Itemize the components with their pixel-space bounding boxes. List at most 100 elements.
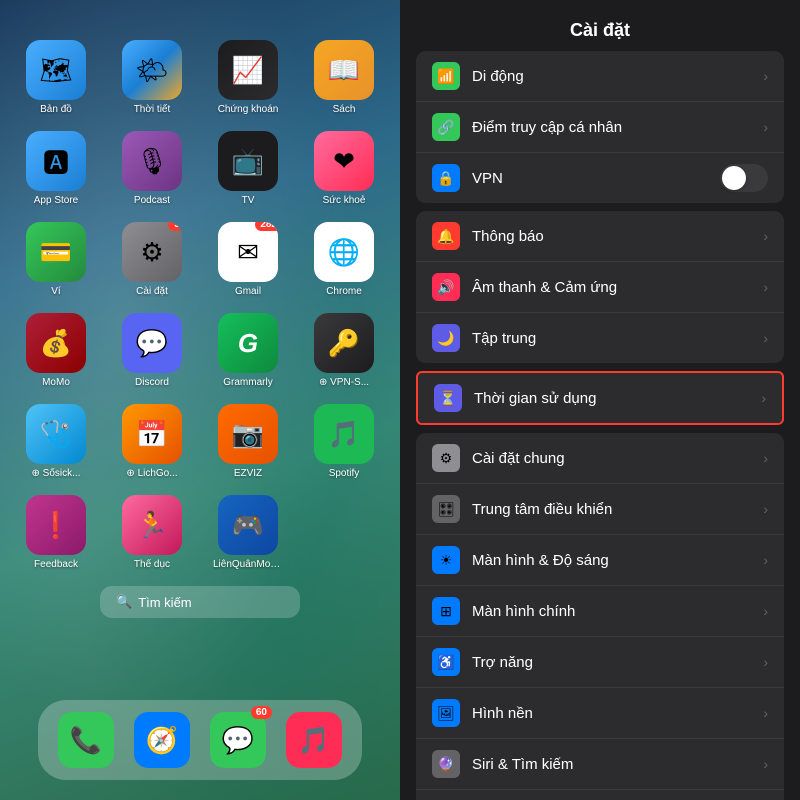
chevron-accessibility: › (763, 654, 768, 670)
settings-row-homescreen[interactable]: ⊞ Màn hình chính › (416, 586, 784, 637)
app-label-theduct: Thể dục (117, 559, 187, 570)
chevron-display: › (763, 552, 768, 568)
app-icon-discord[interactable]: 💬 Discord (112, 313, 192, 388)
icon-sound: 🔊 (432, 273, 460, 301)
label-sound: Âm thanh & Cảm ứng (472, 279, 763, 296)
app-img-appstore: 🅰 (26, 131, 86, 191)
app-icon-lienquan[interactable]: 🎮 LiênQuânMobile (208, 495, 288, 570)
app-grid: 🗺 Bản đồ 🌤 Thời tiết 📈 Chứng khoán 📖 Sác… (0, 20, 400, 570)
settings-row-wallpaper[interactable]: 🖼 Hình nền › (416, 688, 784, 739)
app-icon-books[interactable]: 📖 Sách (304, 40, 384, 115)
label-accessibility: Trợ năng (472, 654, 763, 671)
highlighted-section-1: ⏳ Thời gian sử dụng › (416, 371, 784, 425)
app-label-health: Sức khoẻ (309, 195, 379, 206)
app-label-wallet: Ví (21, 286, 91, 297)
app-icon-weather[interactable]: 🌤 Thời tiết (112, 40, 192, 115)
icon-siri: 🔮 (432, 750, 460, 778)
app-icon-maps[interactable]: 🗺 Bản đồ (16, 40, 96, 115)
chevron-control: › (763, 501, 768, 517)
settings-row-control[interactable]: 🎛 Trung tâm điều khiển › (416, 484, 784, 535)
search-bar[interactable]: 🔍 Tìm kiếm (100, 586, 300, 618)
app-img-vpns: 🔑 (314, 313, 374, 373)
badge-messages: 60 (251, 706, 272, 719)
app-icon-health[interactable]: ❤ Sức khoẻ (304, 131, 384, 206)
settings-row-general[interactable]: ⚙ Cài đặt chung › (416, 433, 784, 484)
dock-icon-music[interactable]: 🎵 (286, 712, 342, 768)
settings-row-screentime[interactable]: ⏳ Thời gian sử dụng › (418, 373, 782, 423)
settings-row-sound[interactable]: 🔊 Âm thanh & Cảm ứng › (416, 262, 784, 313)
app-icon-momo[interactable]: 💰 MoMo (16, 313, 96, 388)
settings-row-siri[interactable]: 🔮 Siri & Tìm kiếm › (416, 739, 784, 790)
app-icon-ezviz[interactable]: 📷 EZVIZ (208, 404, 288, 479)
dock-icon-safari[interactable]: 🧭 (134, 712, 190, 768)
app-label-appstore: App Store (21, 195, 91, 206)
app-img-discord: 💬 (122, 313, 182, 373)
app-img-spotify: 🎵 (314, 404, 374, 464)
settings-row-mobile[interactable]: 📶 Di động › (416, 51, 784, 102)
settings-section-0: 🔔 Thông báo › 🔊 Âm thanh & Cảm ứng › 🌙 T… (416, 211, 784, 363)
app-icon-settings[interactable]: 5 ⚙ Cài đặt (112, 222, 192, 297)
home-screen: 🗺 Bản đồ 🌤 Thời tiết 📈 Chứng khoán 📖 Sác… (0, 0, 400, 800)
settings-row-accessibility[interactable]: ♿ Trợ năng › (416, 637, 784, 688)
app-img-gmail: 282 ✉ (218, 222, 278, 282)
label-focus: Tập trung (472, 330, 763, 347)
icon-personal: 🔗 (432, 113, 460, 141)
app-img-theduct: 🏃 (122, 495, 182, 555)
settings-section-top: 📶 Di động › 🔗 Điểm truy cập cá nhân › 🔒 … (416, 51, 784, 203)
dock-icon-phone[interactable]: 📞 (58, 712, 114, 768)
app-label-appletv: TV (213, 195, 283, 206)
settings-row-faceid[interactable]: 👤 Face ID & Mật mã › (416, 790, 784, 800)
app-img-lienquan: 🎮 (218, 495, 278, 555)
settings-row-personal[interactable]: 🔗 Điểm truy cập cá nhân › (416, 102, 784, 153)
app-img-appletv: 📺 (218, 131, 278, 191)
settings-section-2: ⚙ Cài đặt chung › 🎛 Trung tâm điều khiển… (416, 433, 784, 800)
app-img-settings: 5 ⚙ (122, 222, 182, 282)
chevron-siri: › (763, 756, 768, 772)
app-label-books: Sách (309, 104, 379, 115)
app-label-ezviz: EZVIZ (213, 468, 283, 479)
app-icon-theduct[interactable]: 🏃 Thể dục (112, 495, 192, 570)
icon-screentime: ⏳ (434, 384, 462, 412)
label-mobile: Di động (472, 68, 763, 85)
icon-notifications: 🔔 (432, 222, 460, 250)
dock-icon-messages[interactable]: 60💬 (210, 712, 266, 768)
chevron-mobile: › (763, 68, 768, 84)
app-icon-stocks[interactable]: 📈 Chứng khoán (208, 40, 288, 115)
settings-title: Cài đặt (400, 0, 800, 51)
app-img-lichgo: 📅 (122, 404, 182, 464)
app-label-stocks: Chứng khoán (213, 104, 283, 115)
settings-row-focus[interactable]: 🌙 Tập trung › (416, 313, 784, 363)
app-label-gmail: Gmail (213, 286, 283, 297)
app-icon-wallet[interactable]: 💳 Ví (16, 222, 96, 297)
toggle-vpn[interactable] (720, 164, 768, 192)
app-label-chrome: Chrome (309, 286, 379, 297)
app-icon-podcast[interactable]: 🎙 Podcast (112, 131, 192, 206)
app-img-chrome: 🌐 (314, 222, 374, 282)
app-icon-gmail[interactable]: 282 ✉ Gmail (208, 222, 288, 297)
app-icon-sosick[interactable]: 🩺 ⊕ Sốsick... (16, 404, 96, 479)
app-icon-appstore[interactable]: 🅰 App Store (16, 131, 96, 206)
app-icon-feedback[interactable]: ❗ Feedback (16, 495, 96, 570)
app-img-maps: 🗺 (26, 40, 86, 100)
icon-mobile: 📶 (432, 62, 460, 90)
label-screentime: Thời gian sử dụng (474, 390, 761, 407)
settings-row-display[interactable]: ☀ Màn hình & Độ sáng › (416, 535, 784, 586)
label-notifications: Thông báo (472, 228, 763, 245)
app-icon-lichgo[interactable]: 📅 ⊕ LichGo... (112, 404, 192, 479)
app-icon-appletv[interactable]: 📺 TV (208, 131, 288, 206)
chevron-screentime: › (761, 390, 766, 406)
app-icon-spotify[interactable]: 🎵 Spotify (304, 404, 384, 479)
app-img-health: ❤ (314, 131, 374, 191)
app-icon-chrome[interactable]: 🌐 Chrome (304, 222, 384, 297)
settings-row-vpn[interactable]: 🔒 VPN (416, 153, 784, 203)
icon-wallpaper: 🖼 (432, 699, 460, 727)
app-label-vpns: ⊕ VPN-S... (309, 377, 379, 388)
settings-row-notifications[interactable]: 🔔 Thông báo › (416, 211, 784, 262)
app-icon-vpns[interactable]: 🔑 ⊕ VPN-S... (304, 313, 384, 388)
app-label-grammarly: Grammarly (213, 377, 283, 388)
chevron-personal: › (763, 119, 768, 135)
app-icon-grammarly[interactable]: G Grammarly (208, 313, 288, 388)
app-img-books: 📖 (314, 40, 374, 100)
app-img-feedback: ❗ (26, 495, 86, 555)
chevron-wallpaper: › (763, 705, 768, 721)
